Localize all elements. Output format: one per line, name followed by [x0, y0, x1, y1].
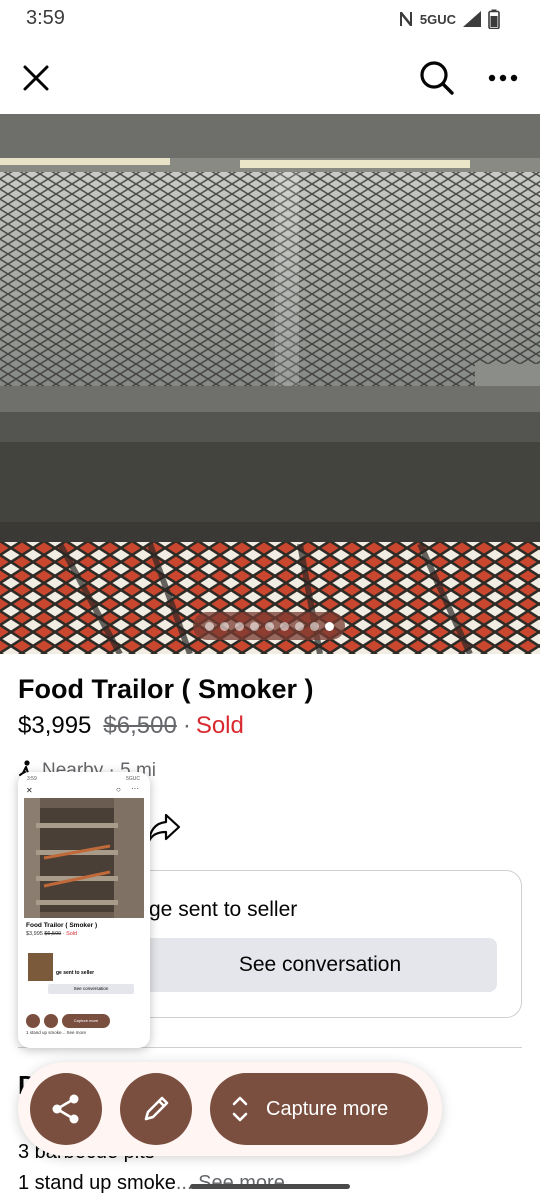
status-time: 3:59 — [26, 7, 65, 29]
thumb-share-icon — [26, 1014, 40, 1028]
close-icon — [23, 65, 49, 91]
thumb-photo — [24, 798, 144, 918]
original-price: $6,500 — [103, 712, 177, 739]
more-options-button[interactable] — [477, 52, 529, 104]
gesture-bar[interactable] — [190, 1184, 350, 1189]
thumb-more-icon: ··· — [131, 784, 139, 793]
thumb-status-network: 5GUC — [126, 776, 140, 782]
thumb-status-time: 3:59 — [27, 776, 37, 782]
sold-status: Sold — [195, 712, 244, 739]
thumb-footer: 1 stand up smoke... See more — [26, 1030, 87, 1035]
pagination-dot — [249, 621, 259, 631]
photo-pagination — [193, 612, 345, 640]
thumb-price: $3,995 $6,500 · Sold — [26, 931, 78, 937]
smoker-grill-image — [0, 114, 540, 654]
screenshot-toolbar: Capture more — [18, 1062, 442, 1156]
share-listing-button[interactable] — [146, 812, 182, 844]
thumb-message: ge sent to seller — [56, 970, 95, 976]
thumb-mini-image — [28, 953, 53, 981]
network-label: 5GUC — [419, 11, 456, 27]
message-sent-text: ge sent to seller — [149, 898, 298, 921]
top-bar — [0, 42, 540, 114]
pagination-dot — [324, 621, 334, 631]
thumb-search-icon: ○ — [116, 785, 121, 794]
see-conversation-button[interactable]: See conversation — [143, 938, 497, 992]
capture-more-label: Capture more — [266, 1097, 389, 1120]
listing-title: Food Trailor ( Smoker ) — [18, 674, 314, 704]
price: $3,995 — [18, 712, 92, 739]
capture-more-button[interactable]: Capture more — [210, 1073, 428, 1145]
thumb-conversation-button: See conversation — [48, 984, 134, 994]
pagination-dot — [279, 621, 289, 631]
pagination-dot — [234, 621, 244, 631]
description-line-2-text: 1 stand up smoke — [18, 1172, 176, 1194]
see-more-link[interactable]: ... See more — [176, 1172, 285, 1194]
thumb-toolbar: Capture more — [26, 1014, 110, 1028]
search-icon — [420, 61, 454, 95]
message-sent-card: ge sent to seller See conversation — [132, 870, 522, 1018]
pagination-dot — [309, 621, 319, 631]
expand-icon — [232, 1096, 248, 1122]
status-icons: 5GUC — [398, 9, 500, 29]
status-bar: 3:59 5GUC — [0, 0, 540, 38]
thumb-capture-more: Capture more — [62, 1014, 110, 1028]
separator: · — [182, 712, 191, 739]
thumb-sold: Sold — [66, 931, 78, 937]
screenshot-preview[interactable]: 3:59 5GUC ✕ ○ ··· Food Trailor ( Smoker … — [18, 772, 150, 1048]
share-screenshot-button[interactable] — [30, 1073, 102, 1145]
pagination-dot — [204, 621, 214, 631]
share-icon — [52, 1094, 79, 1124]
price-row: $3,995 $6,500 · Sold — [18, 712, 244, 740]
thumb-edit-icon — [44, 1014, 58, 1028]
thumb-close-icon: ✕ — [26, 786, 33, 795]
signal-icon — [462, 10, 482, 28]
edit-screenshot-button[interactable] — [120, 1073, 192, 1145]
thumb-title: Food Trailor ( Smoker ) — [26, 922, 98, 929]
pagination-dot — [264, 621, 274, 631]
more-icon — [488, 74, 518, 82]
pagination-dot — [294, 621, 304, 631]
listing-photo[interactable] — [0, 114, 540, 654]
battery-icon — [488, 9, 500, 29]
nfc-icon — [398, 10, 414, 28]
pagination-dot — [219, 621, 229, 631]
search-button[interactable] — [411, 52, 463, 104]
thumb-price-value: $3,995 — [26, 931, 43, 937]
close-button[interactable] — [10, 52, 62, 104]
thumb-old-price: $6,500 — [44, 931, 62, 937]
edit-icon — [144, 1096, 169, 1121]
share-arrow-icon — [147, 813, 181, 843]
